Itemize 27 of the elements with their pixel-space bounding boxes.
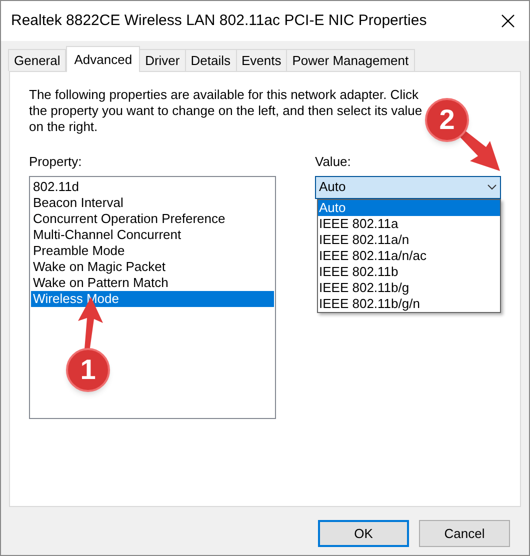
list-item[interactable]: Wake on Magic Packet <box>31 258 274 274</box>
dropdown-option[interactable]: IEEE 802.11a/n <box>318 232 500 248</box>
chevron-down-icon <box>487 184 497 190</box>
list-item[interactable]: 802.11d <box>31 178 274 194</box>
dropdown-option[interactable]: IEEE 802.11b/g <box>318 280 500 296</box>
dropdown-option[interactable]: IEEE 802.11b <box>318 264 500 280</box>
tab[interactable]: Advanced <box>66 46 140 72</box>
property-label: Property: <box>29 153 83 171</box>
arrow-icon <box>458 129 502 171</box>
tab[interactable]: Power Management <box>286 49 415 71</box>
window-title: Realtek 8822CE Wireless LAN 802.11ac PCI-E NIC Properties <box>11 10 427 31</box>
list-item[interactable]: Beacon Interval <box>31 194 274 210</box>
list-item[interactable]: Multi-Channel Concurrent <box>31 226 274 242</box>
description-text: The following properties are available for this network adapter. Click the property you want to change on the left, and then select its value on the right. <box>29 87 424 135</box>
close-icon[interactable] <box>501 14 515 28</box>
dropdown-option[interactable]: IEEE 802.11b/g/n <box>318 296 500 312</box>
dropdown-option[interactable]: IEEE 802.11a/n/ac <box>318 248 500 264</box>
list-item[interactable]: Wake on Pattern Match <box>31 274 274 290</box>
list-item[interactable]: Concurrent Operation Preference <box>31 210 274 226</box>
dropdown-option[interactable]: IEEE 802.11a <box>318 216 500 232</box>
ok-button[interactable]: OK <box>318 520 409 547</box>
value-label: Value: <box>315 153 352 171</box>
value-dropdown[interactable]: Auto <box>315 176 501 198</box>
list-item[interactable]: Preamble Mode <box>31 242 274 258</box>
tab[interactable]: General <box>8 49 66 71</box>
cancel-button[interactable]: Cancel <box>419 520 510 547</box>
dropdown-option[interactable]: Auto <box>318 200 500 216</box>
